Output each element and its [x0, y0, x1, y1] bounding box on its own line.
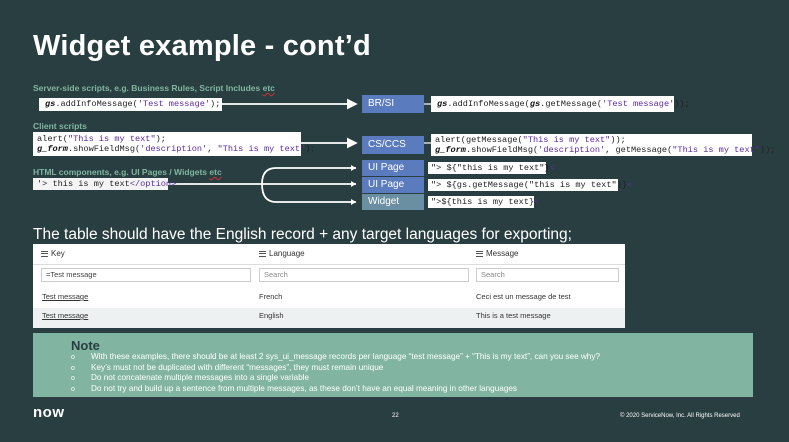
code-token: "> ${"this is my text"}	[431, 163, 550, 173]
language-search-input[interactable]: Search	[259, 268, 469, 282]
widget-output-code: ">${this is my text}<	[428, 196, 534, 208]
note-list: With these examples, there should be at …	[71, 352, 600, 394]
note-item: Do not try and build up a sentence from …	[71, 384, 600, 395]
context-uipage-2: UI Page	[362, 177, 424, 193]
code-token: .getMessage(	[540, 99, 602, 109]
code-token: ,	[207, 144, 217, 154]
server-output-code: gs.addInfoMessage(gs.getMessage('Test me…	[431, 96, 674, 112]
uipage1-output-code: "> ${"this is my text"}<	[428, 162, 546, 174]
code-token: alert(	[37, 134, 68, 144]
row-1-key-link[interactable]: Test message	[42, 292, 88, 301]
code-tag: <	[627, 180, 632, 190]
table-subtitle: The table should have the English record…	[33, 226, 572, 244]
html-source-code: '> this is my text</option>	[33, 178, 168, 190]
message-table: Key Language Message =Test message Searc…	[33, 244, 625, 326]
code-token: );	[210, 99, 220, 109]
row-2-language: English	[259, 311, 284, 320]
code-token: );	[156, 134, 166, 144]
note-item: With these examples, there should be at …	[71, 352, 600, 363]
code-token: .showFieldMsg(	[68, 144, 140, 154]
code-token: gs	[437, 99, 447, 109]
code-token: gs	[45, 99, 55, 109]
note-panel: Note With these examples, there should b…	[33, 333, 753, 397]
code-token: g_form	[37, 144, 68, 154]
column-menu-icon[interactable]	[41, 251, 48, 257]
row-2-key-link[interactable]: Test message	[42, 311, 88, 320]
column-header-label: Message	[486, 249, 518, 258]
key-search-input[interactable]: =Test message	[41, 268, 251, 282]
code-token: alert(getMessage(	[435, 135, 523, 145]
html-arrowheads	[351, 165, 356, 205]
note-title: Note	[71, 338, 100, 353]
code-token: ));	[674, 99, 689, 109]
code-string: "This is my text"	[523, 135, 611, 145]
code-tag: </option>	[130, 179, 176, 189]
header-divider	[33, 264, 625, 265]
code-string: "This is my text"	[218, 144, 306, 154]
code-tag: <	[534, 197, 539, 207]
code-token: ));	[760, 145, 775, 155]
code-token: .addInfoMessage(	[447, 99, 530, 109]
code-token: '> this is my text	[37, 179, 130, 189]
html-arrows	[168, 168, 356, 202]
column-menu-icon[interactable]	[259, 251, 266, 257]
client-output-code: alert(getMessage("This is my text"));g_f…	[431, 134, 752, 156]
client-source-line-1: alert("This is my text");	[37, 134, 297, 144]
code-string: "This is my text"	[672, 145, 760, 155]
code-token: ">${this is my text}	[431, 197, 534, 207]
code-string: "This is my text"	[68, 134, 156, 144]
column-header-label: Language	[269, 249, 305, 258]
context-uipage-1: UI Page	[362, 160, 424, 176]
copyright: © 2020 ServiceNow, Inc. All Rights Reser…	[620, 413, 740, 419]
client-output-line-1: alert(getMessage("This is my text"));	[435, 135, 748, 145]
column-header-key[interactable]: Key	[41, 244, 65, 264]
code-string: 'Test message'	[138, 99, 210, 109]
note-item: Key’s must not be duplicated with differ…	[71, 363, 600, 374]
context-csccs: CS/CCS	[362, 136, 424, 154]
column-header-message[interactable]: Message	[476, 244, 518, 264]
code-string: 'description'	[140, 144, 207, 154]
column-menu-icon[interactable]	[476, 251, 483, 257]
code-token: ));	[610, 135, 625, 145]
context-brsi: BR/SI	[362, 95, 424, 113]
page-number: 22	[392, 413, 399, 419]
client-source-line-2: g_form.showFieldMsg('description', "This…	[37, 144, 297, 154]
context-widget: Widget	[362, 194, 424, 210]
column-header-label: Key	[51, 249, 65, 258]
server-source-code: gs.addInfoMessage('Test message');	[39, 98, 222, 111]
row-1-language: French	[259, 292, 282, 301]
code-token: .addInfoMessage(	[55, 99, 138, 109]
code-token: "> ${gs.getMessage("this is my text")}	[431, 180, 627, 190]
code-string: 'Test message'	[602, 99, 674, 109]
uipage2-output-code: "> ${gs.getMessage("this is my text")}<	[428, 179, 618, 191]
code-token: );	[305, 144, 315, 154]
column-header-language[interactable]: Language	[259, 244, 305, 264]
code-token: gs	[530, 99, 540, 109]
note-item: Do not concatenate multiple messages int…	[71, 373, 600, 384]
row-2-message: This is a test message	[476, 311, 551, 320]
client-source-code: alert("This is my text");g_form.showFiel…	[33, 132, 301, 156]
code-tag: <	[550, 163, 555, 173]
servicenow-logo: now	[33, 404, 65, 421]
code-token: .showFieldMsg(	[466, 145, 538, 155]
message-search-input[interactable]: Search	[476, 268, 619, 282]
client-output-line-2: g_form.showFieldMsg('description', getMe…	[435, 145, 748, 155]
code-token: , getMessage(	[605, 145, 672, 155]
code-string: 'description'	[538, 145, 605, 155]
row-1-message: Ceci est un message de test	[476, 292, 571, 301]
code-token: g_form	[435, 145, 466, 155]
